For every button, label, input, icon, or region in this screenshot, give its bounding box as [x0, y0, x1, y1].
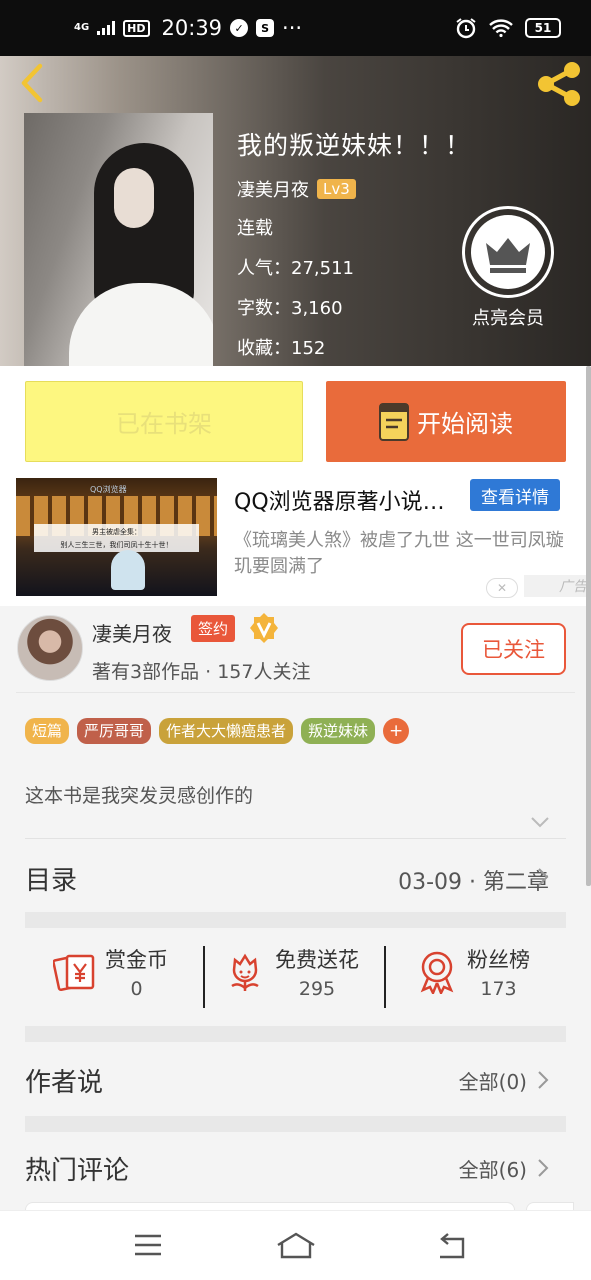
- stat-value: 0: [130, 978, 143, 1000]
- wifi-icon: [489, 19, 513, 37]
- tag-item[interactable]: 严厉哥哥: [77, 718, 152, 744]
- hot-comments-label: 热门评论: [25, 1156, 130, 1186]
- in-shelf-button[interactable]: 已在书架: [25, 381, 303, 462]
- ad-details-button[interactable]: 查看详情: [470, 479, 560, 511]
- reward-coin-stat[interactable]: 赏金币 0: [53, 944, 168, 1000]
- system-navigation-bar: [0, 1210, 591, 1280]
- ad-description[interactable]: 《琉璃美人煞》被虐了九世 这一世司凤璇玑要圆满了: [234, 528, 570, 580]
- signed-badge: 签约: [191, 615, 236, 642]
- stat-label: 粉丝榜: [467, 948, 530, 972]
- medal-icon: [420, 951, 454, 994]
- home-icon[interactable]: [276, 1231, 316, 1259]
- ad-image-figure: [111, 550, 145, 590]
- book-author[interactable]: 凄美月夜: [237, 176, 309, 202]
- book-cover-image: [24, 113, 213, 366]
- menu-icon[interactable]: [134, 1233, 162, 1257]
- share-icon[interactable]: [534, 60, 584, 108]
- book-icon: [379, 402, 409, 441]
- scrollbar[interactable]: [586, 366, 591, 886]
- ad-title[interactable]: QQ浏览器原著小说…: [234, 484, 466, 516]
- ad-image-caption-line1: 男主被虐全集：: [92, 528, 141, 536]
- level-badge: Lv3: [317, 179, 356, 199]
- action-buttons: 已在书架 开始阅读: [0, 366, 591, 478]
- book-detail-page: 4G HD 20:39 ✓ S ··· 51 我的叛逆妹妹！！！ 凄美月夜 Lv…: [0, 0, 591, 1280]
- section-divider: [25, 912, 566, 928]
- back-icon[interactable]: [436, 1233, 466, 1259]
- add-tag-button[interactable]: +: [383, 718, 410, 744]
- stat-value: 173: [480, 978, 517, 1000]
- clock: 20:39: [161, 16, 223, 40]
- app-notification-icon: S: [256, 19, 275, 37]
- tag-item[interactable]: 叛逆妹妹: [301, 718, 376, 744]
- vip-label[interactable]: 点亮会员: [462, 304, 554, 330]
- crown-icon: [471, 215, 545, 289]
- book-title: 我的叛逆妹妹！！！: [237, 131, 472, 160]
- book-popularity: 人气：27,511: [237, 258, 354, 279]
- stat-label: 赏金币: [105, 948, 168, 972]
- tag-item[interactable]: 作者大大懒癌患者: [159, 718, 294, 744]
- status-bar: 4G HD 20:39 ✓ S ··· 51: [0, 0, 591, 56]
- verified-badge-icon: [250, 613, 278, 643]
- section-divider: [25, 1116, 566, 1132]
- chevron-right-icon: [538, 1071, 549, 1089]
- alarm-icon: [456, 18, 476, 39]
- ad-label: 广告: [524, 575, 591, 597]
- ad-image-caption-line2: 别人三生三世，我们司凤十生十世！: [60, 541, 173, 549]
- stat-divider: [384, 946, 386, 1008]
- tag-list: 短篇 严厉哥哥 作者大大懒癌患者 叛逆妹妹 +: [25, 718, 410, 744]
- stat-value: 295: [298, 978, 336, 1000]
- author-name[interactable]: 凄美月夜: [92, 618, 172, 647]
- network-indicator: 4G: [74, 22, 90, 33]
- followed-button[interactable]: 已关注: [461, 623, 566, 675]
- book-intro[interactable]: 这本书是我突发灵感创作的: [25, 781, 253, 808]
- hot-comments-row[interactable]: 热门评论 全部(6): [0, 1136, 591, 1208]
- book-favorites: 收藏：152: [237, 338, 326, 359]
- battery-indicator: 51: [525, 18, 561, 38]
- free-flower-stat[interactable]: 免费送花 295: [223, 944, 359, 1000]
- book-status: 连载: [237, 218, 273, 239]
- vip-crown-button[interactable]: [462, 206, 554, 298]
- ad-close-icon[interactable]: ✕: [486, 578, 518, 598]
- book-author-line: 凄美月夜 Lv3: [237, 176, 356, 202]
- ad-image-logo: QQ浏览器: [90, 485, 127, 494]
- in-shelf-label: 已在书架: [116, 410, 212, 438]
- toc-latest-chapter: 03-09 · 第二章: [398, 870, 549, 895]
- chevron-right-icon: [538, 1159, 549, 1177]
- stat-divider: [203, 946, 205, 1008]
- engagement-stats: 赏金币 0 免费送花 295 粉丝榜 173: [25, 930, 566, 1026]
- hot-comments-count: 全部(6): [458, 1158, 527, 1182]
- divider: [16, 692, 575, 693]
- notification-icon: ✓: [230, 19, 249, 37]
- signal-icon: [97, 21, 116, 35]
- more-notifications: ···: [282, 16, 303, 40]
- divider: [25, 838, 566, 839]
- ad-banner[interactable]: QQ浏览器 男主被虐全集： 别人三生三世，我们司凤十生十世！ QQ浏览器原著小说……: [0, 478, 591, 606]
- section-divider: [25, 1026, 566, 1042]
- flower-icon: [231, 953, 259, 991]
- author-card[interactable]: 凄美月夜 签约 著有3部作品 · 157人关注 已关注: [0, 606, 591, 694]
- chevron-right-icon: [538, 868, 549, 886]
- start-reading-label: 开始阅读: [417, 410, 513, 438]
- tag-item[interactable]: 短篇: [25, 718, 70, 744]
- chevron-down-icon[interactable]: [530, 815, 550, 829]
- ad-image-caption: 男主被虐全集： 别人三生三世，我们司凤十生十世！: [34, 524, 199, 552]
- back-arrow-icon[interactable]: [16, 62, 52, 104]
- fan-rank-stat[interactable]: 粉丝榜 173: [415, 944, 530, 1000]
- hd-indicator: HD: [123, 19, 150, 37]
- reward-coin-icon: [53, 954, 95, 992]
- stat-label: 免费送花: [275, 948, 359, 972]
- book-header: 我的叛逆妹妹！！！ 凄美月夜 Lv3 连载 人气：27,511 字数：3,160…: [0, 56, 591, 366]
- author-says-row[interactable]: 作者说 全部(0): [0, 1048, 591, 1120]
- author-stats: 著有3部作品 · 157人关注: [92, 661, 311, 683]
- start-reading-button[interactable]: 开始阅读: [326, 381, 566, 462]
- cover-figure-face: [114, 168, 154, 228]
- book-word-count: 字数：3,160: [237, 298, 343, 319]
- toc-label: 目录: [25, 866, 78, 896]
- author-says-count: 全部(0): [458, 1070, 527, 1094]
- author-avatar[interactable]: [17, 615, 83, 681]
- author-says-label: 作者说: [25, 1068, 104, 1098]
- table-of-contents-row[interactable]: 目录 03-09 · 第二章: [0, 840, 591, 914]
- ad-image[interactable]: QQ浏览器 男主被虐全集： 别人三生三世，我们司凤十生十世！: [16, 478, 217, 596]
